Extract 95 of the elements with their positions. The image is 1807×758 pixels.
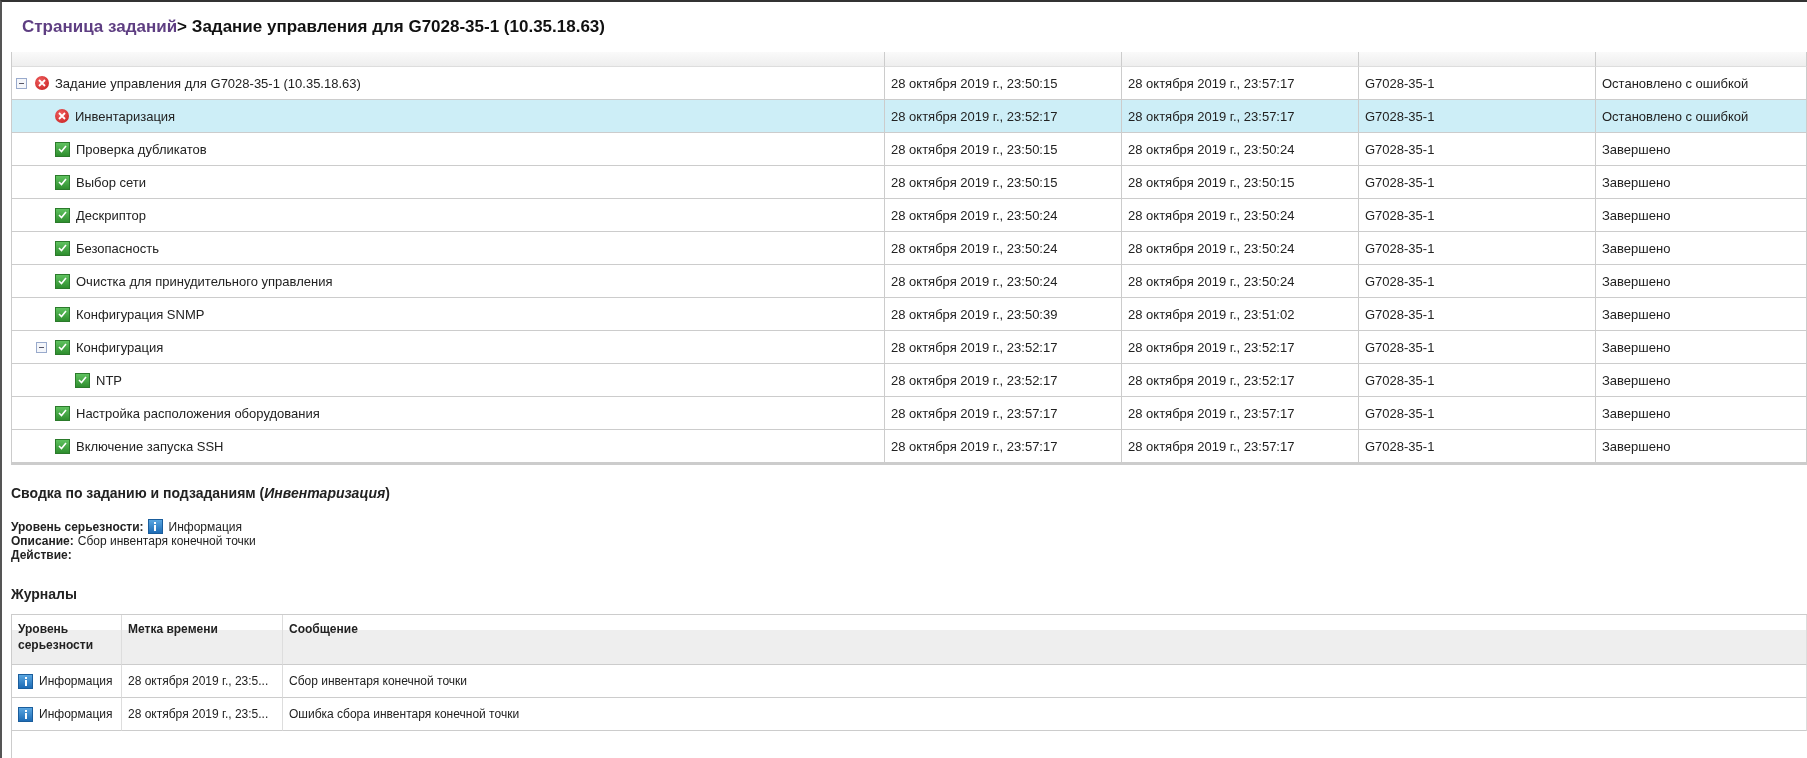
table-cell: 28 октября 2019 г., 23:50:39 — [885, 298, 1122, 331]
task-name-cell[interactable]: Инвентаризация — [12, 100, 885, 133]
table-cell: 28 октября 2019 г., 23:57:17 — [1122, 430, 1359, 463]
table-cell: 28 октября 2019 г., 23:50:24 — [1122, 133, 1359, 166]
table-cell: 28 октября 2019 г., 23:50:15 — [885, 133, 1122, 166]
table-cell: 28 октября 2019 г., 23:57:17 — [1122, 397, 1359, 430]
info-icon — [18, 706, 33, 722]
check-icon — [55, 207, 70, 223]
table-cell: G7028-35-1 — [1359, 199, 1596, 232]
error-icon — [55, 109, 69, 123]
task-name-cell[interactable]: Очистка для принудительного управления — [12, 265, 885, 298]
table-cell: G7028-35-1 — [1359, 100, 1596, 133]
column-header: Уровень серьезности — [12, 615, 122, 665]
table-cell: Завершено — [1596, 133, 1807, 166]
page-title: > Задание управления для G7028-35-1 (10.35.18.63) — [177, 17, 605, 37]
table-cell: Завершено — [1596, 364, 1807, 397]
table-cell: Информация — [12, 698, 122, 731]
collapse-toggle[interactable] — [36, 341, 47, 353]
table-cell: G7028-35-1 — [1359, 331, 1596, 364]
table-cell: Завершено — [1596, 166, 1807, 199]
task-name-cell[interactable]: Проверка дубликатов — [12, 133, 885, 166]
check-icon — [55, 306, 70, 322]
task-name-cell[interactable]: Настройка расположения оборудования — [12, 397, 885, 430]
table-cell: Остановлено с ошибкой — [1596, 67, 1807, 100]
column-header: Сообщение — [283, 615, 1807, 665]
table-cell: Завершено — [1596, 331, 1807, 364]
table-cell: 28 октября 2019 г., 23:5... — [122, 665, 283, 698]
info-icon — [18, 673, 33, 689]
table-cell: 28 октября 2019 г., 23:50:24 — [1122, 199, 1359, 232]
field-label: Уровень серьезности: — [11, 519, 144, 534]
check-icon — [55, 405, 70, 421]
table-cell: G7028-35-1 — [1359, 397, 1596, 430]
task-name-cell[interactable]: Включение запуска SSH — [12, 430, 885, 463]
breadcrumb-link[interactable]: Страница заданий — [22, 17, 178, 37]
check-icon — [55, 339, 70, 355]
table-cell: Информация — [12, 665, 122, 698]
table-cell: 28 октября 2019 г., 23:57:17 — [885, 397, 1122, 430]
table-cell: 28 октября 2019 г., 23:50:15 — [885, 67, 1122, 100]
task-name-cell[interactable]: Конфигурация — [12, 331, 885, 364]
table-cell: G7028-35-1 — [1359, 364, 1596, 397]
table-cell: 28 октября 2019 г., 23:51:02 — [1122, 298, 1359, 331]
table-cell: G7028-35-1 — [1359, 67, 1596, 100]
table-cell: Ошибка сбора инвентаря конечной точки — [283, 698, 1807, 731]
field-label: Действие: — [11, 548, 72, 562]
task-name-cell[interactable]: Дескриптор — [12, 199, 885, 232]
table-cell: 28 октября 2019 г., 23:50:24 — [885, 265, 1122, 298]
table-cell: 28 октября 2019 г., 23:50:24 — [1122, 232, 1359, 265]
table-cell: 28 октября 2019 г., 23:52:17 — [885, 331, 1122, 364]
task-name-cell[interactable]: NTP — [12, 364, 885, 397]
error-icon — [35, 76, 49, 90]
field-label: Описание: — [11, 534, 74, 548]
table-cell: 28 октября 2019 г., 23:57:17 — [1122, 100, 1359, 133]
table-cell: G7028-35-1 — [1359, 166, 1596, 199]
info-icon — [147, 519, 163, 534]
section-title: Сводка по заданию и подзаданиям (Инвентаризация) — [11, 485, 391, 501]
table-cell: G7028-35-1 — [1359, 430, 1596, 463]
task-name-cell[interactable]: Выбор сети — [12, 166, 885, 199]
table-cell: Завершено — [1596, 232, 1807, 265]
section-title: Журналы — [11, 586, 78, 602]
field-value: Информация — [168, 519, 243, 534]
task-name-cell[interactable]: Конфигурация SNMP — [12, 298, 885, 331]
check-icon — [55, 174, 70, 190]
table-cell: G7028-35-1 — [1359, 298, 1596, 331]
table-cell: Завершено — [1596, 298, 1807, 331]
check-icon — [55, 273, 70, 289]
table-cell: 28 октября 2019 г., 23:57:17 — [1122, 67, 1359, 100]
table-cell: 28 октября 2019 г., 23:50:24 — [1122, 265, 1359, 298]
table-cell: 28 октября 2019 г., 23:50:24 — [885, 199, 1122, 232]
table-cell: Остановлено с ошибкой — [1596, 100, 1807, 133]
table-cell: Завершено — [1596, 397, 1807, 430]
check-icon — [55, 438, 70, 454]
table-cell: G7028-35-1 — [1359, 232, 1596, 265]
table-cell: 28 октября 2019 г., 23:5... — [122, 698, 283, 731]
table-cell: G7028-35-1 — [1359, 133, 1596, 166]
table-cell: Завершено — [1596, 199, 1807, 232]
table-cell: 28 октября 2019 г., 23:50:24 — [885, 232, 1122, 265]
table-cell: Завершено — [1596, 430, 1807, 463]
table-cell: 28 октября 2019 г., 23:50:15 — [885, 166, 1122, 199]
check-icon — [75, 372, 90, 388]
check-icon — [55, 141, 70, 157]
table-cell: Сбор инвентаря конечной точки — [283, 665, 1807, 698]
table-cell: 28 октября 2019 г., 23:52:17 — [885, 100, 1122, 133]
collapse-toggle[interactable] — [16, 77, 27, 89]
task-name-cell[interactable]: Безопасность — [12, 232, 885, 265]
task-name-cell[interactable]: Задание управления для G7028-35-1 (10.35.18.63) — [12, 67, 885, 100]
table-cell: 28 октября 2019 г., 23:52:17 — [885, 364, 1122, 397]
table-cell: 28 октября 2019 г., 23:50:15 — [1122, 166, 1359, 199]
column-header: Метка времени — [122, 615, 283, 665]
field-value: Сбор инвентаря конечной точки — [77, 534, 256, 548]
table-cell: 28 октября 2019 г., 23:57:17 — [885, 430, 1122, 463]
table-cell: G7028-35-1 — [1359, 265, 1596, 298]
check-icon — [55, 240, 70, 256]
table-cell: 28 октября 2019 г., 23:52:17 — [1122, 331, 1359, 364]
table-cell: 28 октября 2019 г., 23:52:17 — [1122, 364, 1359, 397]
table-cell: Завершено — [1596, 265, 1807, 298]
